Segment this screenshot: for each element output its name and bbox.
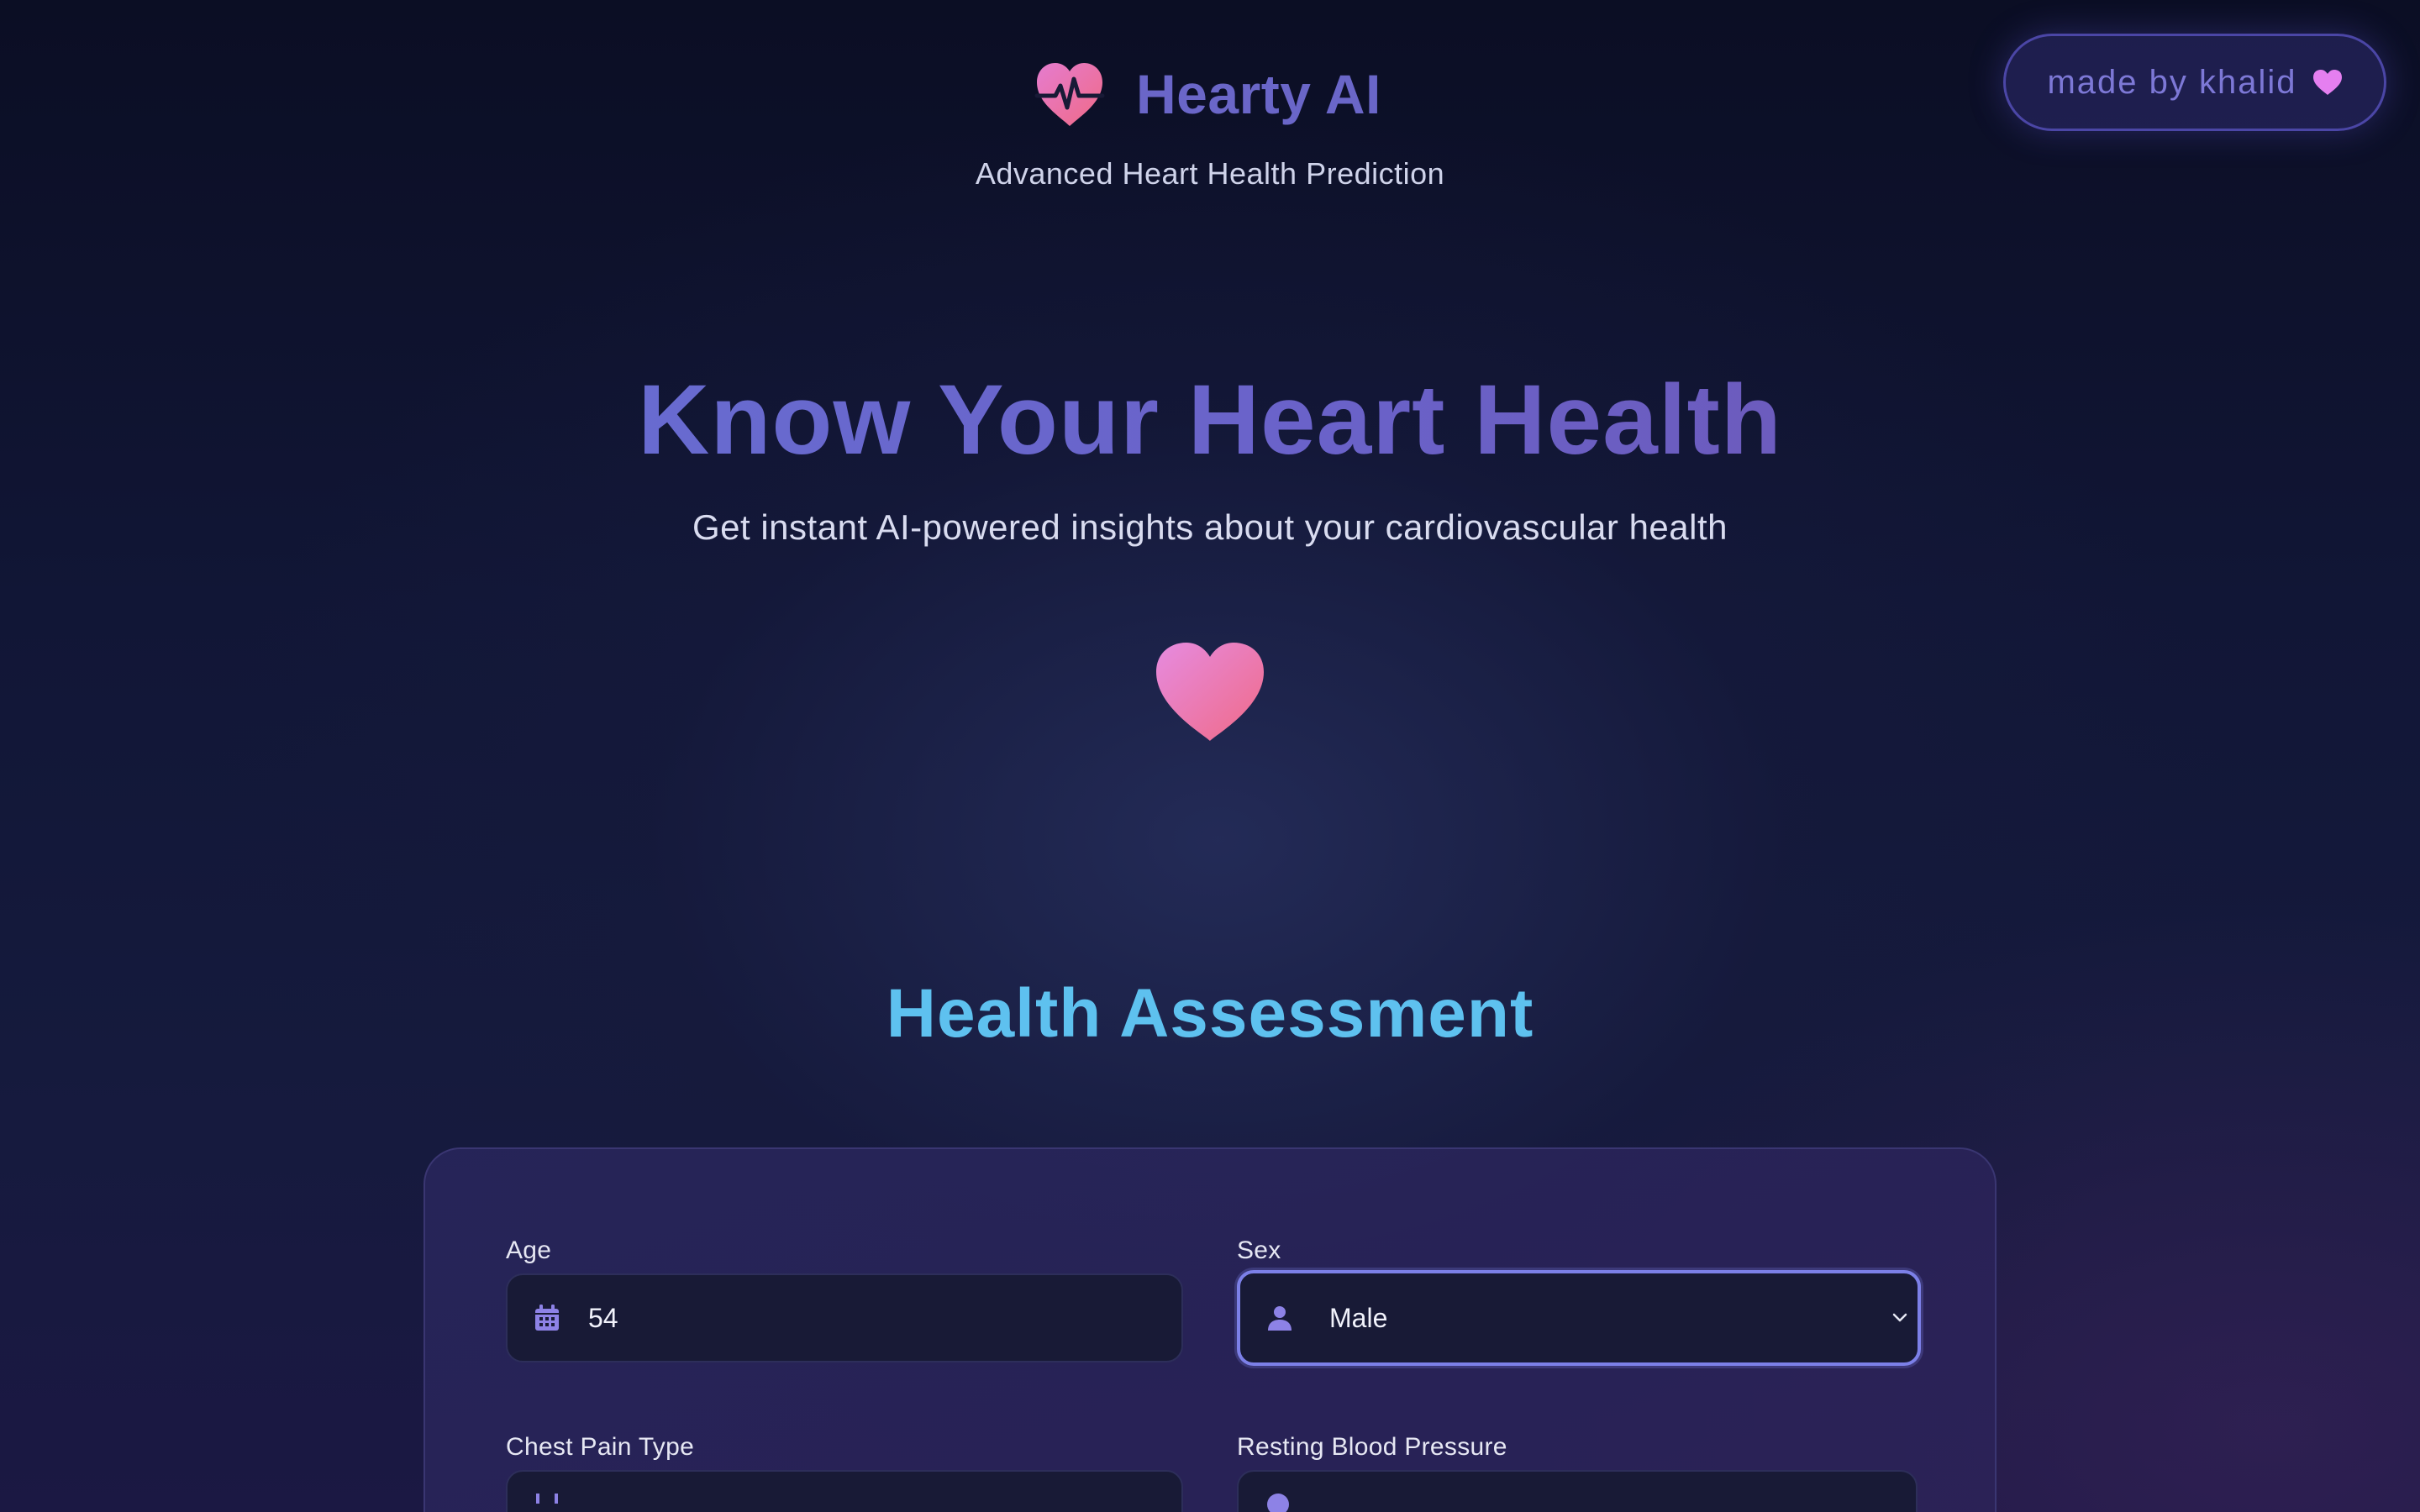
- age-value: 54: [588, 1302, 618, 1333]
- heart-icon: [1156, 643, 1264, 741]
- resting-bp-field: Resting Blood Pressure: [1237, 1433, 1918, 1512]
- hero-subtitle: Get instant AI-powered insights about yo…: [692, 507, 1728, 547]
- resting-bp-label: Resting Blood Pressure: [1237, 1433, 1507, 1461]
- chest-pain-select[interactable]: [506, 1470, 1183, 1512]
- made-by-badge[interactable]: made by khalid: [2003, 34, 2386, 131]
- user-icon: [1268, 1306, 1292, 1331]
- made-by-text: made by khalid: [2047, 63, 2297, 101]
- calendar-icon: [535, 1305, 559, 1331]
- assessment-form-card: Age 54 Sex Male Chest Pain Type Resting …: [424, 1147, 1996, 1512]
- age-label: Age: [506, 1236, 552, 1264]
- resting-bp-input[interactable]: [1237, 1470, 1918, 1512]
- section-title: Health Assessment: [886, 975, 1534, 1052]
- chevron-down-icon: [1892, 1313, 1907, 1322]
- gauge-icon: [1267, 1494, 1289, 1512]
- chest-pain-label: Chest Pain Type: [506, 1433, 695, 1461]
- hero-title: Know Your Heart Health: [0, 363, 2420, 477]
- heartbeat-icon: [1034, 63, 1105, 126]
- age-field: Age 54: [506, 1236, 1183, 1362]
- sex-value: Male: [1329, 1302, 1388, 1333]
- brand-subtitle: Advanced Heart Health Prediction: [975, 156, 1445, 191]
- sex-label: Sex: [1237, 1236, 1281, 1264]
- chest-pain-field: Chest Pain Type: [506, 1433, 1183, 1512]
- sex-select[interactable]: Male: [1237, 1270, 1921, 1366]
- age-input[interactable]: 54: [506, 1273, 1183, 1362]
- sex-field: Sex Male: [1237, 1236, 1921, 1366]
- heart-icon: [2312, 70, 2342, 95]
- list-icon: [536, 1494, 558, 1504]
- brand-name: Hearty AI: [1136, 63, 1381, 125]
- brand: Hearty AI: [1034, 60, 1381, 128]
